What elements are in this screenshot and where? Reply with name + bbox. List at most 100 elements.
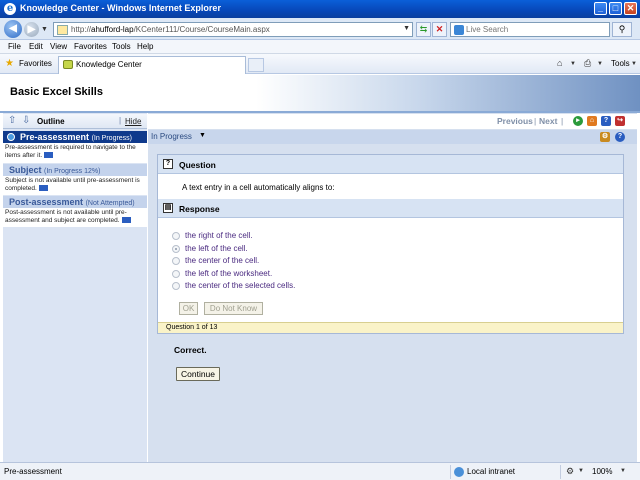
response-section-label: Response [179, 204, 220, 214]
status-text: Pre-assessment [4, 467, 62, 476]
settings-icon[interactable]: ⚙ [600, 132, 610, 142]
favorites-bar: ★ Favorites Knowledge Center ⌂ ▼ ⎙ ▼ Too… [0, 54, 640, 74]
back-button[interactable]: ◀ [4, 20, 22, 38]
feedback-result: Correct. [174, 345, 207, 355]
favorites-button[interactable]: Favorites [19, 59, 52, 68]
print-icon[interactable]: ⎙ [584, 58, 591, 69]
page-content: Basic Excel Skills ⇧ ⇩ Outline | Hide Pr… [0, 75, 640, 462]
stop-icon[interactable]: ✕ [432, 22, 447, 37]
maximize-button[interactable]: □ [609, 2, 622, 15]
nav-separator: | [534, 116, 537, 126]
live-search-icon [454, 25, 464, 35]
answer-radio-selected[interactable] [172, 245, 180, 253]
arrow-down-icon[interactable]: ⇩ [22, 115, 30, 126]
security-zone: Local intranet [467, 467, 516, 476]
response-section-header: ▤ Response [158, 199, 623, 218]
question-panel: ? Question A text entry in a cell automa… [157, 154, 624, 334]
favorites-star-icon[interactable]: ★ [5, 58, 14, 69]
refresh-icon[interactable]: ⇆ [416, 22, 431, 37]
zoom-dropdown-icon[interactable]: ▼ [620, 468, 626, 474]
status-divider [560, 465, 561, 479]
window-title: Knowledge Center - Windows Internet Expl… [20, 3, 221, 13]
url-text: http://ahufford-lap/KCenter111/Course/Co… [71, 25, 270, 34]
outline-item-description: Post-assessment is not available until p… [3, 208, 147, 227]
go-icon[interactable]: ▸ [573, 116, 583, 126]
tools-dropdown-icon[interactable]: ▼ [631, 61, 637, 67]
outline-item-status: (In Progress) [91, 135, 133, 142]
menu-view[interactable]: View [50, 42, 67, 51]
protected-dropdown-icon[interactable]: ▼ [578, 468, 584, 474]
menu-favorites[interactable]: Favorites [74, 42, 107, 51]
course-main-area: Previous | Next | ▸ ⌂ ? ↪ In Progress ▼ … [148, 113, 637, 462]
menu-file[interactable]: File [8, 42, 21, 51]
details-icon[interactable] [38, 185, 48, 192]
status-dropdown[interactable]: In Progress [151, 132, 192, 141]
details-icon[interactable] [44, 152, 54, 159]
info-help-icon[interactable]: ? [615, 132, 625, 142]
url-dropdown-icon[interactable]: ▼ [403, 25, 410, 32]
tools-menu-button[interactable]: Tools [611, 59, 630, 68]
search-input[interactable] [466, 24, 606, 35]
outline-item-name: Post-assessment [9, 197, 84, 207]
forward-button[interactable]: ▶ [24, 22, 39, 37]
browser-tab[interactable]: Knowledge Center [58, 56, 246, 74]
outline-item-subject[interactable]: Subject (In Progress 12%) [3, 164, 147, 176]
details-icon[interactable] [121, 217, 131, 224]
answer-radio[interactable] [172, 257, 180, 265]
question-icon: ? [163, 159, 173, 169]
status-row: In Progress ▼ ⚙ ? [148, 130, 637, 144]
answer-label: the center of the selected cells. [185, 281, 296, 290]
search-go-icon[interactable]: ⚲ [612, 22, 632, 37]
do-not-know-button[interactable]: Do Not Know [204, 302, 263, 315]
content-navigation: Previous | Next | ▸ ⌂ ? ↪ [148, 114, 637, 129]
answer-label: the left of the cell. [185, 244, 248, 253]
print-dropdown-icon[interactable]: ▼ [597, 61, 603, 67]
outline-item-post-assessment[interactable]: Post-assessment (Not Attempted) [3, 196, 147, 208]
tab-favicon-icon [63, 60, 73, 69]
intranet-zone-icon [454, 467, 464, 477]
outline-item-pre-assessment[interactable]: Pre-assessment (In Progress) [3, 131, 147, 143]
outline-item-status: (In Progress 12%) [44, 168, 101, 175]
outline-separator: | [119, 116, 122, 125]
outline-item-description: Subject is not available until pre-asses… [3, 176, 147, 195]
arrow-up-icon[interactable]: ⇧ [8, 115, 16, 126]
help-icon[interactable]: ? [601, 116, 611, 126]
hide-outline-link[interactable]: Hide [125, 117, 141, 126]
page-icon [57, 25, 68, 35]
menu-tools[interactable]: Tools [112, 42, 131, 51]
protected-mode-icon[interactable]: ⚙ [566, 466, 574, 477]
answer-label: the center of the cell. [185, 256, 260, 265]
window-title-bar: e Knowledge Center - Windows Internet Ex… [0, 0, 640, 18]
answer-radio[interactable] [172, 282, 180, 290]
home-icon[interactable]: ⌂ [587, 116, 597, 126]
menu-bar: File Edit View Favorites Tools Help [0, 40, 640, 54]
status-dropdown-icon[interactable]: ▼ [199, 132, 206, 139]
outline-item-name: Pre-assessment [20, 132, 90, 142]
answer-radio[interactable] [172, 232, 180, 240]
answer-label: the left of the worksheet. [185, 269, 273, 278]
previous-link[interactable]: Previous [497, 116, 533, 126]
address-field[interactable]: http://ahufford-lap/KCenter111/Course/Co… [53, 22, 413, 37]
outline-item-status: (Not Attempted) [85, 200, 135, 207]
minimize-button[interactable]: _ [594, 2, 607, 15]
response-icon: ▤ [163, 203, 173, 213]
home-dropdown-icon[interactable]: ▼ [570, 61, 576, 67]
zoom-level[interactable]: 100% [592, 467, 612, 476]
close-window-button[interactable]: ✕ [624, 2, 637, 15]
continue-button[interactable]: Continue [176, 367, 220, 381]
menu-edit[interactable]: Edit [29, 42, 43, 51]
outline-label: Outline [37, 117, 65, 126]
search-box[interactable] [450, 22, 610, 37]
next-link[interactable]: Next [539, 116, 557, 126]
browser-status-bar: Pre-assessment Local intranet ⚙ ▼ 100% ▼ [0, 462, 640, 480]
question-counter-bar: Question 1 of 13 [158, 322, 623, 333]
new-tab-button[interactable] [248, 58, 264, 72]
ok-button[interactable]: OK [179, 302, 198, 315]
question-section-label: Question [179, 160, 216, 170]
menu-help[interactable]: Help [137, 42, 153, 51]
exit-icon[interactable]: ↪ [615, 116, 625, 126]
history-dropdown-icon[interactable]: ▼ [41, 26, 48, 33]
tab-label: Knowledge Center [76, 60, 142, 69]
answer-radio[interactable] [172, 270, 180, 278]
home-icon[interactable]: ⌂ [557, 58, 562, 68]
